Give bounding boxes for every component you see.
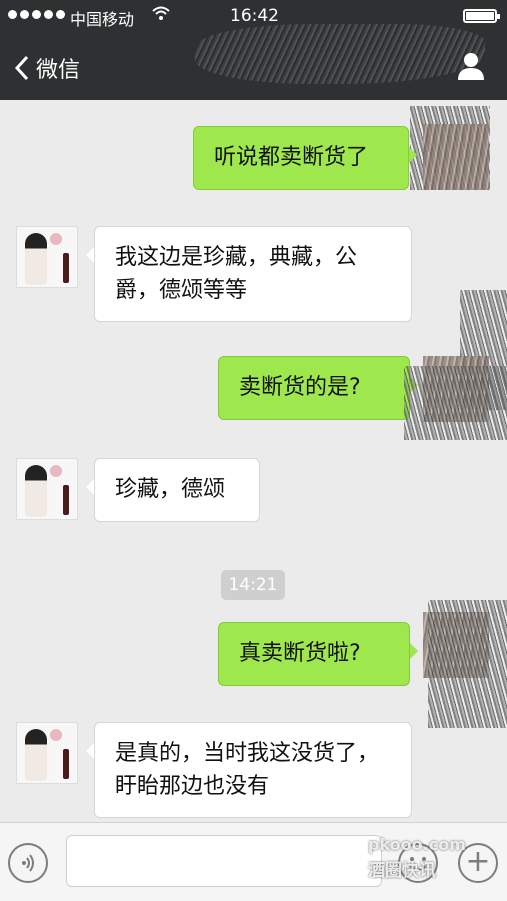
signal-dots-icon: [8, 10, 65, 19]
self-avatar[interactable]: [423, 124, 489, 190]
message-bubble-self[interactable]: 卖断货的是?: [218, 356, 418, 420]
battery-icon: [463, 9, 500, 23]
message-text: 真卖断货啦?: [239, 641, 361, 666]
input-bar: + pkooo.com 酒圈快讯: [0, 822, 507, 901]
message-text: 听说都卖断货了: [214, 145, 369, 170]
watermark-line2: 酒圈快讯: [368, 861, 436, 881]
top-bar: 中国移动 16:42 微信: [0, 0, 507, 100]
message-bubble-contact[interactable]: 我这边是珍藏，典藏，公爵，德颂等等: [86, 226, 412, 322]
message-bubble-contact[interactable]: 是真的，当时我这没货了，盱眙那边也没有: [86, 722, 412, 818]
message-bubble-self[interactable]: 听说都卖断货了: [193, 126, 417, 190]
message-bubble-self[interactable]: 真卖断货啦?: [218, 622, 418, 686]
scribble-redaction: [404, 366, 507, 440]
message-text: 卖断货的是?: [239, 375, 361, 400]
chevron-left-icon: [14, 55, 29, 81]
back-label: 微信: [36, 58, 81, 83]
message-text: 是真的，当时我这没货了，盱眙那边也没有: [115, 741, 380, 799]
message-text: 我这边是珍藏，典藏，公爵，德颂等等: [115, 245, 358, 303]
message-text: 珍藏，德颂: [115, 477, 226, 502]
watermark-line1: pkooo.com: [368, 835, 466, 854]
contact-avatar[interactable]: [16, 722, 78, 784]
scribble-redaction: [195, 24, 485, 84]
wifi-icon: [152, 6, 170, 24]
message-bubble-contact[interactable]: 珍藏，德颂: [86, 458, 260, 522]
voice-button[interactable]: [8, 843, 48, 883]
contact-avatar[interactable]: [16, 226, 78, 288]
voice-icon: [22, 854, 34, 872]
back-button[interactable]: 微信: [14, 50, 80, 86]
status-time: 16:42: [230, 6, 279, 26]
timestamp: 14:21: [221, 570, 285, 600]
carrier-label: 中国移动: [70, 10, 135, 29]
contact-avatar[interactable]: [16, 458, 78, 520]
message-input[interactable]: [66, 835, 382, 887]
profile-icon[interactable]: [455, 50, 487, 82]
plus-icon: +: [465, 844, 491, 879]
chat-area: 听说都卖断货了 我这边是珍藏，典藏，公爵，德颂等等 卖断货的是? 珍藏，德颂 1…: [0, 100, 507, 822]
scribble-redaction: [428, 600, 507, 728]
watermark: pkooo.com 酒圈快讯: [368, 835, 466, 881]
